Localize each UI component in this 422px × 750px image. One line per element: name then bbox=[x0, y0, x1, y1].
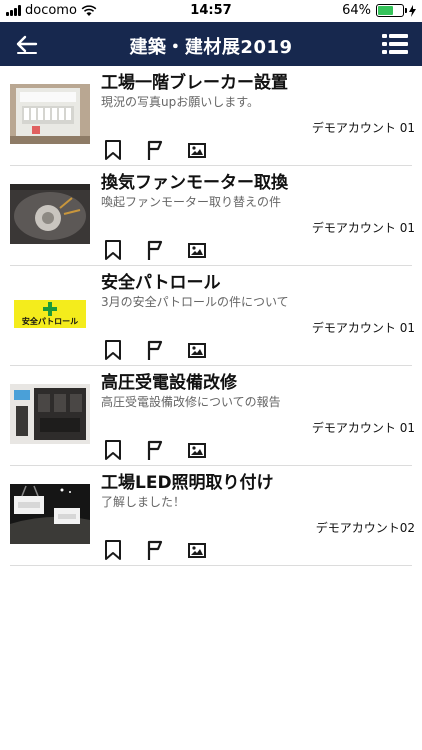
flag-icon[interactable] bbox=[144, 339, 166, 361]
post-actions bbox=[102, 239, 208, 261]
flag-icon[interactable] bbox=[144, 139, 166, 161]
post-description: 3月の安全パトロールの件について bbox=[101, 295, 289, 309]
bookmark-icon[interactable] bbox=[102, 439, 124, 461]
post-actions bbox=[102, 439, 208, 461]
battery-info: 64% bbox=[342, 3, 416, 18]
post-description: 了解しました！ bbox=[101, 495, 186, 509]
bookmark-icon[interactable] bbox=[102, 339, 124, 361]
post-author: デモアカウント 01 bbox=[311, 321, 415, 335]
bookmark-icon[interactable] bbox=[102, 239, 124, 261]
post-title: 安全パトロール bbox=[101, 273, 221, 293]
post-title: 高圧受電設備改修 bbox=[101, 373, 237, 393]
flag-icon[interactable] bbox=[144, 439, 166, 461]
image-icon[interactable] bbox=[186, 239, 208, 261]
post-actions bbox=[102, 139, 208, 161]
led-lighting-photo bbox=[10, 484, 90, 544]
list-item[interactable]: 工場一階ブレーカー設置 現況の写真upお願いします。 デモアカウント 01 bbox=[10, 66, 415, 166]
image-icon[interactable] bbox=[186, 339, 208, 361]
status-bar: docomo 14:57 64% bbox=[0, 0, 422, 22]
list-menu-icon[interactable] bbox=[382, 32, 408, 56]
electrical-equipment-photo bbox=[10, 384, 90, 444]
battery-percent: 64% bbox=[342, 3, 371, 18]
charging-icon bbox=[409, 4, 416, 17]
sign-text: 安全パトロール bbox=[21, 317, 79, 326]
flag-icon[interactable] bbox=[144, 239, 166, 261]
post-author: デモアカウント 01 bbox=[311, 421, 415, 435]
post-author: デモアカウント02 bbox=[315, 521, 415, 535]
list-item[interactable]: 換気ファンモーター取換 喚起ファンモーター取り替えの件 デモアカウント 01 bbox=[10, 166, 415, 266]
image-icon[interactable] bbox=[186, 139, 208, 161]
image-icon[interactable] bbox=[186, 439, 208, 461]
image-icon[interactable] bbox=[186, 539, 208, 561]
bookmark-icon[interactable] bbox=[102, 539, 124, 561]
post-author: デモアカウント 01 bbox=[311, 121, 415, 135]
list-item[interactable]: 高圧受電設備改修 高圧受電設備改修についての報告 デモアカウント 01 bbox=[10, 366, 415, 466]
post-title: 工場LED照明取り付け bbox=[101, 473, 274, 493]
flag-icon[interactable] bbox=[144, 539, 166, 561]
navigation-bar: 建築・建材展2019 bbox=[0, 22, 422, 66]
page-title: 建築・建材展2019 bbox=[129, 37, 293, 58]
battery-icon bbox=[376, 4, 407, 17]
list-item[interactable]: 工場LED照明取り付け 了解しました！ デモアカウント02 bbox=[10, 466, 415, 566]
post-title: 換気ファンモーター取換 bbox=[101, 173, 288, 193]
post-list: 工場一階ブレーカー設置 現況の写真upお願いします。 デモアカウント 01 換気… bbox=[0, 66, 422, 566]
post-description: 高圧受電設備改修についての報告 bbox=[101, 395, 281, 409]
post-description: 喚起ファンモーター取り替えの件 bbox=[101, 195, 282, 209]
list-item[interactable]: 安全パトロール 安全パトロール 3月の安全パトロールの件について デモアカウント… bbox=[10, 266, 415, 366]
safety-patrol-sign: 安全パトロール bbox=[10, 284, 90, 344]
post-actions bbox=[102, 339, 208, 361]
post-actions bbox=[102, 539, 208, 561]
fan-motor-photo bbox=[10, 184, 90, 244]
breaker-panel-photo bbox=[10, 84, 90, 144]
bookmark-icon[interactable] bbox=[102, 139, 124, 161]
post-author: デモアカウント 01 bbox=[311, 221, 415, 235]
green-cross-icon bbox=[43, 302, 57, 316]
post-description: 現況の写真upお願いします。 bbox=[101, 95, 260, 109]
post-title: 工場一階ブレーカー設置 bbox=[101, 73, 288, 93]
